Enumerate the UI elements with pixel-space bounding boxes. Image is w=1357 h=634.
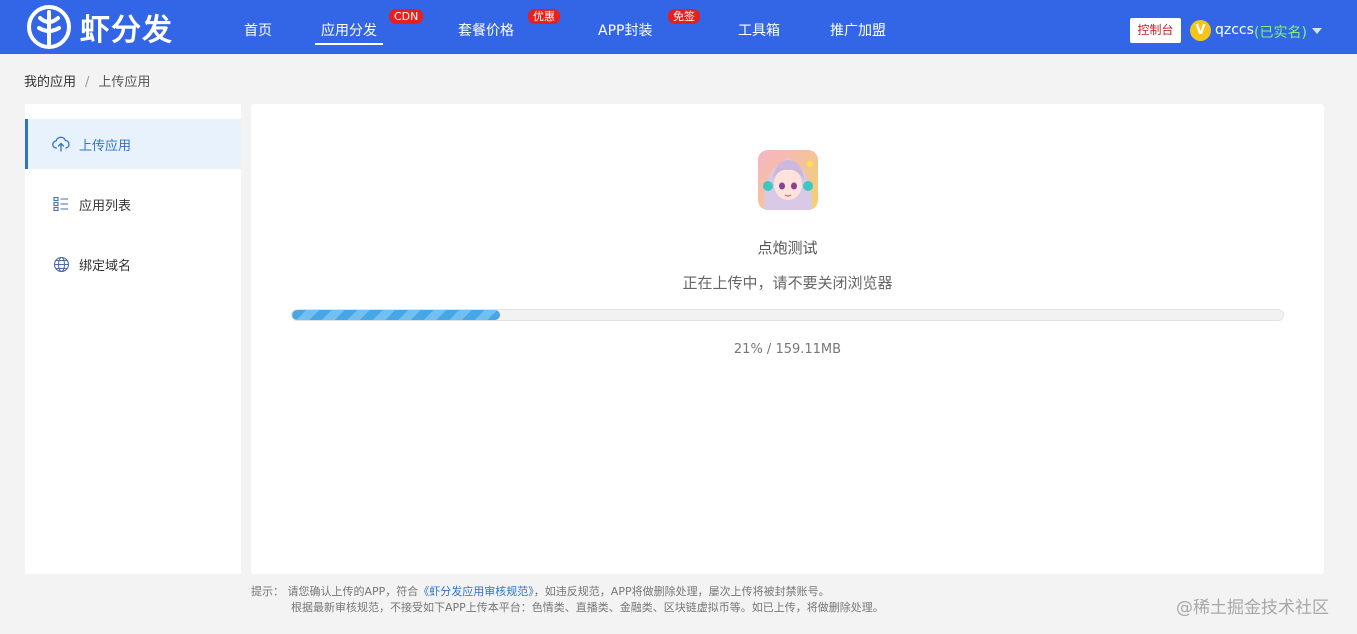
breadcrumb-separator: /	[85, 75, 90, 90]
sidebar-item-upload-app[interactable]: 上传应用	[25, 119, 241, 169]
upload-panel: 点炮测试 正在上传中，请不要关闭浏览器 21% / 159.11MB	[251, 104, 1324, 574]
sidebar-item-label: 绑定域名	[79, 258, 132, 274]
review-guidelines-link[interactable]: 《虾分发应用审核规范》	[418, 585, 534, 598]
tips-prefix: 提示：	[251, 585, 284, 598]
verified-status: (已实名)	[1254, 25, 1307, 41]
nav-badge-discount: 优惠	[528, 9, 560, 24]
watermark: @稀土掘金技术社区	[1176, 598, 1329, 618]
app-name: 点炮测试	[757, 239, 818, 257]
sidebar-item-label: 应用列表	[79, 198, 132, 214]
nav-home[interactable]: 首页	[244, 0, 272, 54]
top-header: 虾分发 首页 应用分发 CDN 套餐价格 优惠 APP封装 免签 工具箱 推广加…	[0, 0, 1357, 54]
app-icon	[758, 150, 818, 210]
shrimp-logo-icon	[27, 5, 71, 49]
globe-icon	[52, 255, 70, 273]
user-name[interactable]: qzccs	[1215, 22, 1254, 38]
upload-tips: 提示： 请您确认上传的APP，符合《虾分发应用审核规范》，如违反规范，APP将做…	[251, 584, 884, 616]
nav-badge-cdn: CDN	[389, 9, 424, 24]
sidebar: 上传应用 应用列表 绑定域名	[25, 104, 241, 574]
nav-promotion[interactable]: 推广加盟	[830, 0, 886, 54]
breadcrumb: 我的应用 / 上传应用	[24, 71, 150, 90]
logo-text: 虾分发	[80, 13, 173, 48]
nav-pricing[interactable]: 套餐价格	[458, 0, 514, 54]
vip-icon: V	[1190, 20, 1211, 41]
console-button[interactable]: 控制台	[1130, 18, 1181, 43]
upload-status-text: 正在上传中，请不要关闭浏览器	[682, 274, 893, 292]
chevron-down-icon[interactable]	[1312, 28, 1322, 34]
nav-app-distribution[interactable]: 应用分发	[315, 0, 383, 54]
breadcrumb-current: 上传应用	[98, 75, 151, 90]
cloud-upload-icon	[52, 135, 70, 153]
tips-line1-after: ，如违反规范，APP将做删除处理，屡次上传将被封禁账号。	[533, 585, 830, 598]
sidebar-item-app-list[interactable]: 应用列表	[25, 179, 241, 229]
upload-progress-bar	[291, 309, 1284, 321]
breadcrumb-root[interactable]: 我的应用	[24, 75, 76, 90]
nav-badge-free-sign: 免签	[668, 9, 700, 24]
upload-progress-fill	[292, 310, 501, 320]
list-icon	[52, 195, 70, 213]
nav-toolbox[interactable]: 工具箱	[738, 0, 780, 54]
tips-line2: 根据最新审核规范，不接受如下APP上传本平台：色情类、直播类、金融类、区块链虚拟…	[291, 601, 884, 614]
upload-progress-text: 21% / 159.11MB	[733, 342, 842, 357]
logo[interactable]: 虾分发	[26, 4, 173, 50]
nav-app-wrap[interactable]: APP封装	[598, 0, 652, 54]
sidebar-item-bind-domain[interactable]: 绑定域名	[25, 239, 241, 289]
sidebar-item-label: 上传应用	[79, 138, 132, 154]
tips-line1-before: 请您确认上传的APP，符合	[287, 585, 419, 598]
